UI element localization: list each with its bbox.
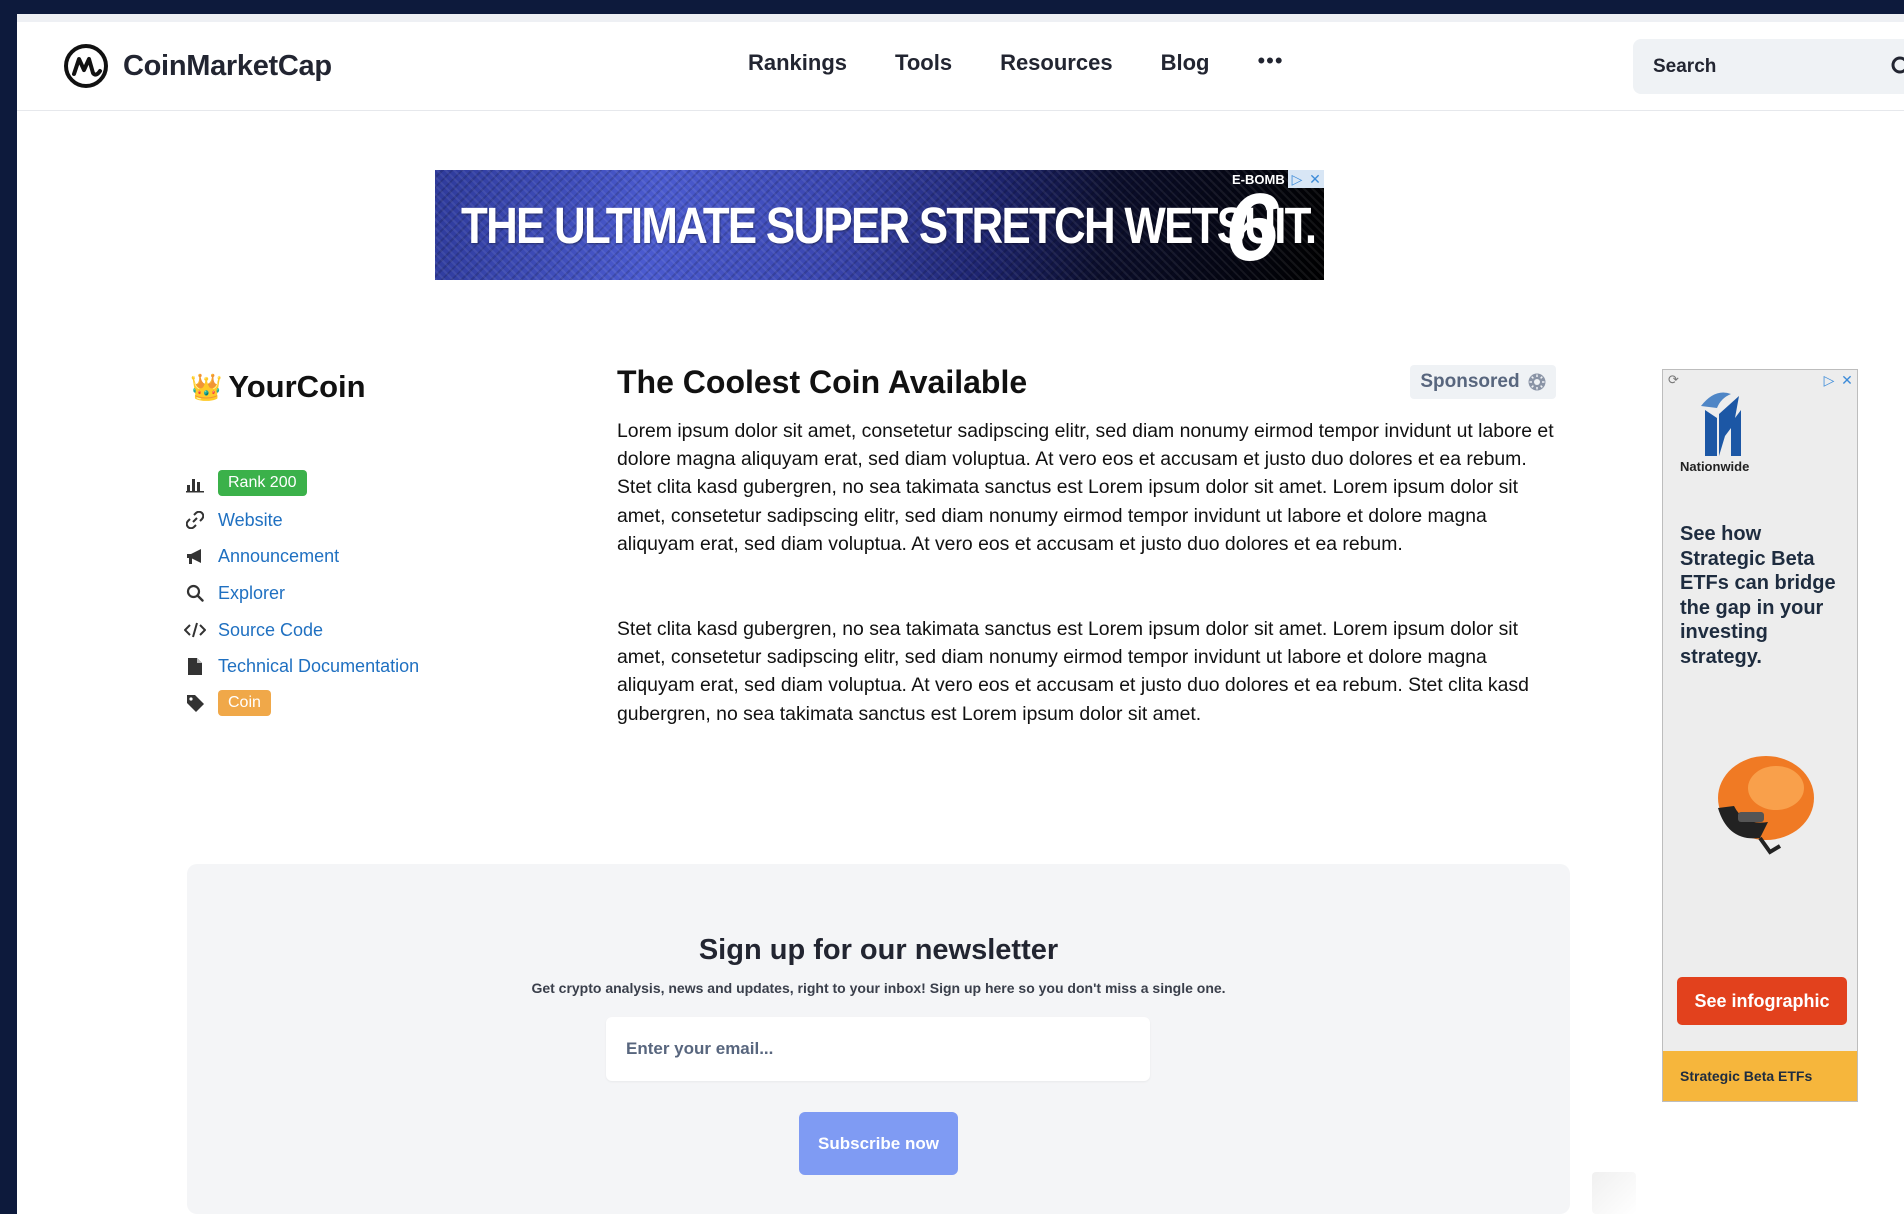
website-row: Website [184,502,419,539]
site-header: CoinMarketCap Rankings Tools Resources B… [17,22,1904,111]
newsletter-subtitle: Get crypto analysis, news and updates, r… [531,980,1226,996]
sidebar-ad-copy: See how Strategic Beta ETFs can bridge t… [1680,523,1836,668]
nationwide-brand: Nationwide [1680,459,1750,474]
subscribe-button[interactable]: Subscribe now [799,1112,958,1175]
banner-ad-headline: THE ULTIMATE SUPER STRETCH WETSUIT. [461,197,1317,254]
article-paragraph: Stet clita kasd gubergren, no sea takima… [617,618,1529,725]
rank-badge: Rank 200 [218,470,307,497]
info-icon[interactable] [1528,373,1546,391]
technical-documentation-row: Technical Documentation [184,648,419,685]
explorer-row: Explorer [184,575,419,612]
website-link[interactable]: Website [218,510,283,531]
source-code-row: Source Code [184,612,419,649]
document-icon [184,656,206,678]
adchoices-icon[interactable]: ▷ [1288,170,1306,188]
more-menu-icon[interactable]: ••• [1257,48,1283,74]
browser-window: CoinMarketCap Rankings Tools Resources B… [17,14,1904,1214]
floating-widget[interactable] [1592,1172,1636,1214]
adchoices-icon[interactable]: ▷ [1820,371,1838,389]
bar-chart-icon [184,472,206,494]
banner-ad-brand-mark: 6 [1225,174,1279,280]
logo-text: CoinMarketCap [123,49,332,82]
link-icon [184,509,206,531]
announcement-row: Announcement [184,538,419,575]
sidebar-ad[interactable]: ⟳ ▷ ✕ Nationwide See how Strategic Beta … [1662,369,1858,1102]
email-field[interactable] [606,1017,1150,1081]
nav-rankings[interactable]: Rankings [748,50,847,76]
banner-ad[interactable]: THE ULTIMATE SUPER STRETCH WETSUIT. E-BO… [435,170,1324,280]
coin-name: YourCoin [228,369,366,404]
sponsored-badge: Sponsored [1410,365,1556,399]
newsletter-section: Sign up for our newsletter Get crypto an… [187,864,1570,1214]
nationwide-eagle-icon [1701,392,1741,456]
explorer-link[interactable]: Explorer [218,583,285,604]
nav-resources[interactable]: Resources [1000,50,1113,76]
see-infographic-button[interactable]: See infographic [1677,977,1847,1025]
nav-blog[interactable]: Blog [1161,50,1210,76]
newsletter-title: Sign up for our newsletter [698,934,1059,966]
crown-icon: 👑 [190,371,223,402]
search-box [1633,39,1904,94]
rank-row: Rank 200 [184,465,419,502]
article-title: The Coolest Coin Available [617,364,1028,400]
megaphone-icon [184,546,206,568]
refresh-icon[interactable]: ⟳ [1668,372,1679,388]
announcement-link[interactable]: Announcement [218,546,339,567]
helmet-image [1718,756,1814,855]
search-icon[interactable] [1890,55,1904,79]
coin-tag-badge[interactable]: Coin [218,690,271,717]
technical-documentation-link[interactable]: Technical Documentation [218,656,419,677]
close-ad-icon[interactable]: ✕ [1838,371,1856,389]
article-paragraph: Lorem ipsum dolor sit amet, consetetur s… [617,420,1554,555]
sidebar-ad-footer[interactable]: Strategic Beta ETFs [1663,1051,1857,1101]
close-ad-icon[interactable]: ✕ [1306,170,1324,188]
coin-links: Rank 200 Website Announcement Explorer S… [184,465,419,722]
source-code-link[interactable]: Source Code [218,620,323,641]
tag-icon [184,692,206,714]
top-strip [17,14,1904,22]
coin-title: 👑 YourCoin [190,369,366,405]
main-nav: Rankings Tools Resources Blog ••• [748,48,1284,76]
site-logo[interactable]: CoinMarketCap [63,43,332,89]
sponsored-label: Sponsored [1420,371,1520,392]
nav-tools[interactable]: Tools [895,50,952,76]
tag-row: Coin [184,685,419,722]
search-icon [184,582,206,604]
coinmarketcap-logo-icon [64,44,108,88]
search-input[interactable] [1651,54,1855,79]
code-icon [184,619,206,641]
